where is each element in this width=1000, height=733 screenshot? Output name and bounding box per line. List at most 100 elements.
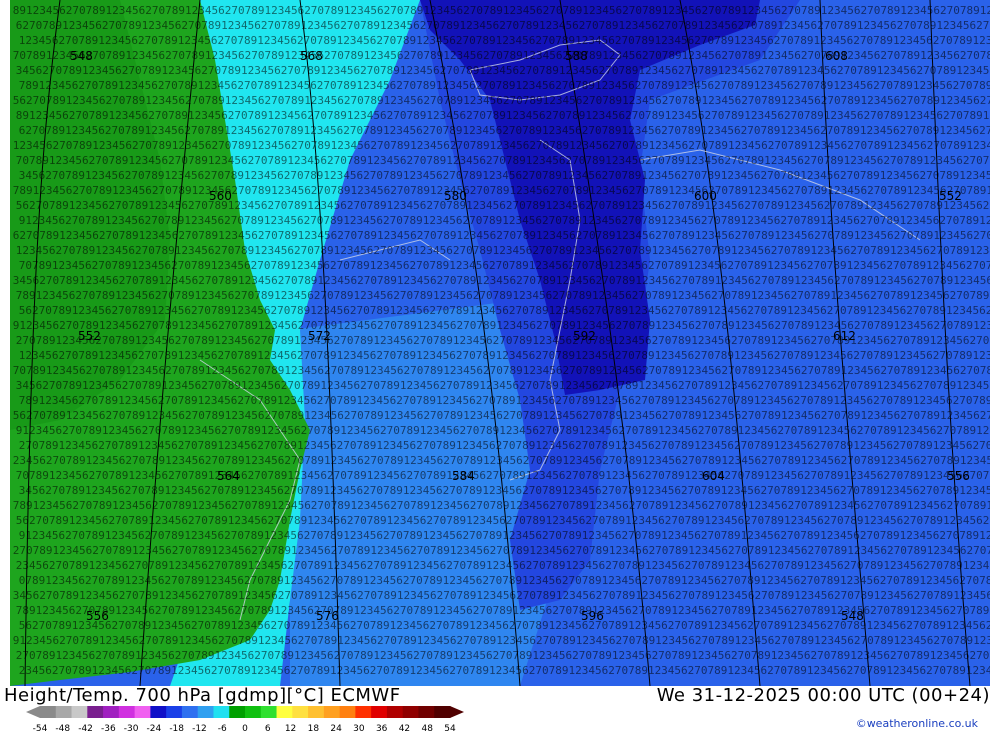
legend-tick-label: -24: [147, 724, 162, 733]
barb-row: 5627078912345627078912345627078912345627…: [13, 409, 1000, 422]
legend-swatch: [213, 706, 230, 718]
barb-row: 2345627078912345627078912345627078912345…: [16, 559, 1000, 572]
barb-row: 3456270789123456270789123456270789123456…: [19, 484, 1000, 497]
barb-row: 2707891234562707891234562707891234562707…: [19, 439, 1000, 452]
barb-row: 9123456270789123456270789123456270789123…: [19, 529, 1000, 542]
barb-row: 2345627078912345627078912345627078912345…: [13, 454, 1000, 467]
barb-row: 2707891234562707891234562707891234562707…: [16, 649, 1000, 662]
barb-row: 7078912345627078912345627078912345627078…: [16, 469, 1000, 482]
contour-label: 556: [947, 469, 970, 483]
legend-tick-label: 24: [330, 724, 342, 733]
contour-label: 552: [939, 189, 962, 203]
legend-swatch: [166, 706, 183, 718]
barb-row: 7078912345627078912345627078912345627078…: [13, 49, 1000, 62]
legend-arrow-left: [26, 706, 40, 718]
contour-label: 580: [444, 189, 467, 203]
contour-label: 588: [565, 49, 588, 63]
weather-map: 8912345627078912345627078912345627078912…: [0, 0, 1000, 686]
barb-row: 7891234562707891234562707891234562707891…: [13, 499, 1000, 512]
legend-swatch: [71, 706, 88, 718]
barb-row: 8912345627078912345627078912345627078912…: [13, 4, 1000, 17]
barb-row: 7891234562707891234562707891234562707891…: [19, 79, 1000, 92]
legend-tick-label: 48: [421, 724, 433, 733]
barb-row: 3456270789123456270789123456270789123456…: [16, 379, 1000, 392]
barb-row: 1234562707891234562707891234562707891234…: [19, 34, 1000, 47]
barb-row: 2707891234562707891234562707891234562707…: [13, 544, 1000, 557]
barb-row: 9123456270789123456270789123456270789123…: [19, 214, 1000, 227]
legend-tick-label: -6: [218, 724, 227, 733]
barb-row: 7891234562707891234562707891234562707891…: [16, 289, 1000, 302]
legend-tick-label: -30: [124, 724, 139, 733]
contour-label: 596: [581, 609, 604, 623]
contour-label: 564: [217, 469, 240, 483]
barb-row: 5627078912345627078912345627078912345627…: [16, 199, 1000, 212]
map-title: Height/Temp. 700 hPa [gdmp][°C] ECMWF: [4, 685, 401, 706]
legend-swatch: [87, 706, 104, 718]
legend-swatch: [181, 706, 199, 718]
credit-link[interactable]: ©weatheronline.co.uk: [856, 717, 978, 730]
legend-arrow-right: [450, 706, 464, 718]
contour-label: 556: [86, 609, 109, 623]
legend-swatch: [402, 706, 419, 718]
barb-row: 7891234562707891234562707891234562707891…: [19, 394, 1000, 407]
legend-swatch: [355, 706, 372, 718]
legend-swatch: [371, 706, 388, 718]
legend-tick-label: -54: [33, 724, 48, 733]
legend-swatch: [55, 706, 73, 718]
legend-tick-label: 36: [376, 724, 388, 733]
legend-tick-label: -12: [192, 724, 207, 733]
contour-label: 600: [694, 189, 717, 203]
barb-row: 3456270789123456270789123456270789123456…: [13, 274, 1000, 287]
map-footer: Height/Temp. 700 hPa [gdmp][°C] ECMWF We…: [0, 685, 1000, 733]
barb-row: 1234562707891234562707891234562707891234…: [13, 139, 1000, 152]
legend-tick-label: 6: [265, 724, 271, 733]
legend-swatch: [103, 706, 120, 718]
legend-swatch: [245, 706, 262, 718]
legend-tick-label: 18: [308, 724, 320, 733]
legend-swatch: [292, 706, 309, 718]
legend-swatch: [276, 706, 293, 718]
contour-label: 548: [70, 49, 93, 63]
barb-row: 1234562707891234562707891234562707891234…: [19, 349, 1000, 362]
barb-row: 0789123456270789123456270789123456270789…: [19, 574, 1000, 587]
contour-label: 548: [841, 609, 864, 623]
barb-row: 7078912345627078912345627078912345627078…: [19, 259, 1000, 272]
contour-label: 584: [452, 469, 475, 483]
barb-row: 2345627078912345627078912345627078912345…: [19, 664, 1000, 677]
barb-row: 9123456270789123456270789123456270789123…: [16, 424, 1000, 437]
barb-row: 6270789123456270789123456270789123456270…: [13, 229, 1000, 242]
legend-swatch: [339, 706, 356, 718]
legend-swatch: [386, 706, 404, 718]
map-timestamp: We 31-12-2025 00:00 UTC (00+24): [656, 685, 990, 706]
legend-swatch: [118, 706, 136, 718]
legend-tick-label: 30: [353, 724, 365, 733]
barb-row: 1234562707891234562707891234562707891234…: [16, 244, 1000, 257]
barb-row: 3456270789123456270789123456270789123456…: [19, 169, 1000, 182]
legend-swatch: [134, 706, 151, 718]
barb-row: 8912345627078912345627078912345627078912…: [16, 109, 1000, 122]
legend-tick-label: -36: [101, 724, 116, 733]
contour-label: 612: [833, 329, 856, 343]
legend-swatch: [150, 706, 167, 718]
color-legend: -54 -48 -42 -36 -30 -24 -18 -12 -6 0 6 12 18 24 30 36 42…: [26, 706, 464, 733]
legend-swatch: [229, 706, 246, 718]
contour-label: 568: [300, 49, 323, 63]
barb-row: 6270789123456270789123456270789123456270…: [19, 124, 1000, 137]
legend-swatch: [418, 706, 435, 718]
contour-label: 604: [702, 469, 725, 483]
barb-row: 5627078912345627078912345627078912345627…: [19, 304, 1000, 317]
legend-tick-label: -18: [169, 724, 184, 733]
barb-row: 3456270789123456270789123456270789123456…: [16, 64, 1000, 77]
legend-tick-label: 12: [285, 724, 296, 733]
barb-row: 6270789123456270789123456270789123456270…: [16, 19, 1000, 32]
contour-label: 608: [825, 49, 848, 63]
barb-row: 5627078912345627078912345627078912345627…: [16, 514, 1000, 527]
contour-label: 576: [316, 609, 339, 623]
contour-label: 552: [78, 329, 101, 343]
barb-row: 5627078912345627078912345627078912345627…: [13, 94, 1000, 107]
contour-label: 560: [209, 189, 232, 203]
legend-swatch: [40, 706, 57, 718]
legend-tick-label: 42: [399, 724, 410, 733]
barb-row: 7078912345627078912345627078912345627078…: [16, 154, 1000, 167]
legend-tick-label: -48: [55, 724, 70, 733]
